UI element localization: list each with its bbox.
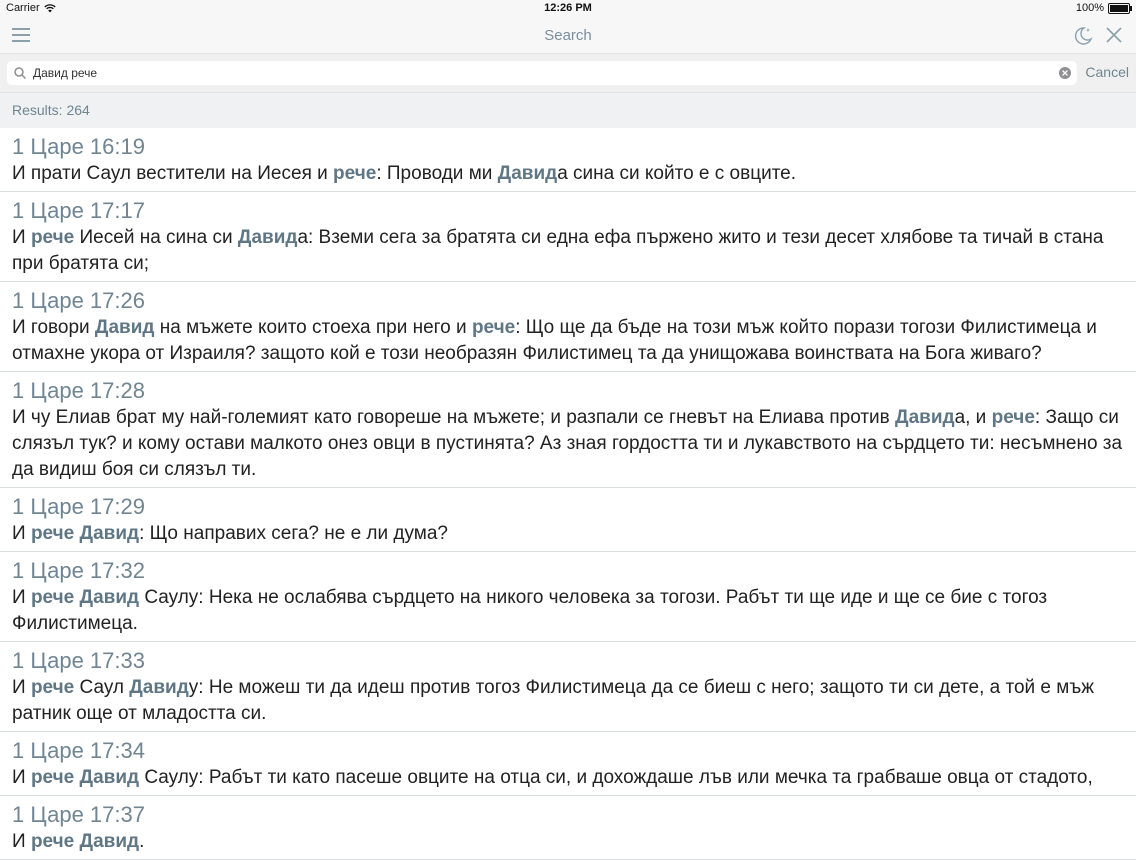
verse-text: И прати Саул вестители на Иесея и рече: …	[12, 161, 1124, 187]
search-field[interactable]	[7, 61, 1077, 85]
verse-text-segment: а сина си който е с овците.	[557, 163, 797, 184]
search-highlight: рече	[30, 227, 75, 248]
verse-reference: 1 Царе 17:32	[12, 558, 145, 583]
search-highlight: Давид	[94, 317, 155, 338]
verse-text: И говори Давид на мъжете които стоеха пр…	[12, 315, 1124, 367]
page-title: Search	[544, 27, 592, 44]
verse-reference: 1 Царе 16:19	[12, 134, 145, 159]
verse-text: И рече Давид Саулу: Нека не ослабява сър…	[12, 585, 1124, 637]
clear-search-icon[interactable]	[1058, 66, 1072, 80]
verse-text-segment: И	[12, 767, 31, 788]
verse-text-segment: И прати Саул вестители на Иесея и	[12, 163, 334, 184]
verse-text-segment: И	[12, 677, 31, 698]
search-highlight: рече	[30, 831, 75, 852]
night-mode-icon[interactable]	[1072, 25, 1094, 47]
verse-text-segment: И	[12, 831, 31, 852]
verse-text-segment: Саулу: Рабът ти като пасеше овците на от…	[139, 767, 1093, 788]
result-row[interactable]: 1 Царе 17:29 И рече Давид: Що направих се…	[0, 488, 1136, 552]
result-row[interactable]: 1 Царе 16:19 И прати Саул вестители на Ие…	[0, 128, 1136, 192]
results-list: 1 Царе 16:19 И прати Саул вестители на Ие…	[0, 128, 1136, 860]
verse-reference: 1 Царе 17:29	[12, 494, 145, 519]
verse-text-segment: Саулу: Нека не ослабява сърдцето на нико…	[12, 587, 1048, 634]
status-right: 100%	[1075, 2, 1132, 14]
verse-text-segment: Саул	[74, 677, 130, 698]
search-highlight: рече	[30, 767, 75, 788]
search-icon	[14, 67, 27, 80]
result-row[interactable]: 1 Царе 17:37 И рече Давид.	[0, 796, 1136, 860]
verse-text-segment: И	[12, 587, 31, 608]
verse-text-segment: : Що направих сега? не е ли дума?	[139, 523, 448, 544]
search-highlight: рече	[333, 163, 377, 184]
search-highlight: Давид	[129, 677, 189, 698]
verse-text: И рече Давид: Що направих сега? не е ли …	[12, 521, 1124, 547]
verse-text-segment: : Проводи ми	[376, 163, 498, 184]
result-row[interactable]: 1 Царе 17:32 И рече Давид Саулу: Нека не …	[0, 552, 1136, 642]
verse-text-segment: Иесей на сина си	[74, 227, 238, 248]
status-time: 12:26 PM	[544, 2, 592, 14]
search-highlight: рече	[30, 587, 75, 608]
verse-reference: 1 Царе 17:33	[12, 648, 145, 673]
result-row[interactable]: 1 Царе 17:26 И говори Давид на мъжете кои…	[0, 282, 1136, 372]
verse-reference: 1 Царе 17:17	[12, 198, 145, 223]
result-row[interactable]: 1 Царе 17:34 И рече Давид Саулу: Рабът ти…	[0, 732, 1136, 796]
navigation-bar: Search	[0, 17, 1136, 54]
status-bar: Carrier 12:26 PM 100%	[0, 0, 1136, 17]
verse-reference: 1 Царе 17:37	[12, 802, 145, 827]
verse-text-segment: а, и	[954, 407, 992, 428]
verse-text-segment: И говори	[12, 317, 95, 338]
result-row[interactable]: 1 Царе 17:28 И чу Елиав брат му най-голем…	[0, 372, 1136, 488]
verse-text: И чу Елиав брат му най-големият като гов…	[12, 405, 1124, 483]
result-row[interactable]: 1 Царе 17:17 И рече Иесей на сина си Дави…	[0, 192, 1136, 282]
verse-text-segment: И	[12, 227, 31, 248]
search-highlight: Давид	[79, 587, 140, 608]
search-bar: Cancel	[0, 54, 1136, 93]
search-highlight: рече	[471, 317, 516, 338]
verse-reference: 1 Царе 17:34	[12, 738, 145, 763]
search-highlight: Давид	[79, 523, 140, 544]
search-highlight: Давид	[497, 163, 558, 184]
cancel-button[interactable]: Cancel	[1085, 64, 1129, 80]
verse-text: И рече Саул Давиду: Не можеш ти да идеш …	[12, 675, 1124, 727]
verse-text-segment: на мъжете които стоеха при него и	[154, 317, 472, 338]
search-input[interactable]	[31, 65, 1058, 81]
results-count: Results: 264	[0, 93, 1136, 128]
close-icon[interactable]	[1104, 25, 1124, 45]
battery-percent: 100%	[1075, 2, 1104, 14]
verse-text: И рече Давид Саулу: Рабът ти като пасеше…	[12, 765, 1124, 791]
verse-text-segment: И	[12, 523, 31, 544]
verse-text: И рече Давид.	[12, 829, 1124, 855]
search-highlight: Давид	[79, 767, 140, 788]
verse-reference: 1 Царе 17:28	[12, 378, 145, 403]
result-row[interactable]: 1 Царе 17:33 И рече Саул Давиду: Не можеш…	[0, 642, 1136, 732]
search-highlight: Давид	[895, 407, 955, 428]
search-highlight: рече	[991, 407, 1035, 428]
search-highlight: рече	[30, 677, 75, 698]
search-highlight: Давид	[237, 227, 298, 248]
verse-text-segment: И чу Елиав брат му най-големият като гов…	[12, 407, 896, 428]
verse-reference: 1 Царе 17:26	[12, 288, 145, 313]
verse-text: И рече Иесей на сина си Давида: Вземи се…	[12, 225, 1124, 277]
verse-text-segment: .	[139, 831, 145, 852]
battery-icon	[1108, 2, 1132, 14]
search-highlight: рече	[30, 523, 75, 544]
search-highlight: Давид	[79, 831, 140, 852]
